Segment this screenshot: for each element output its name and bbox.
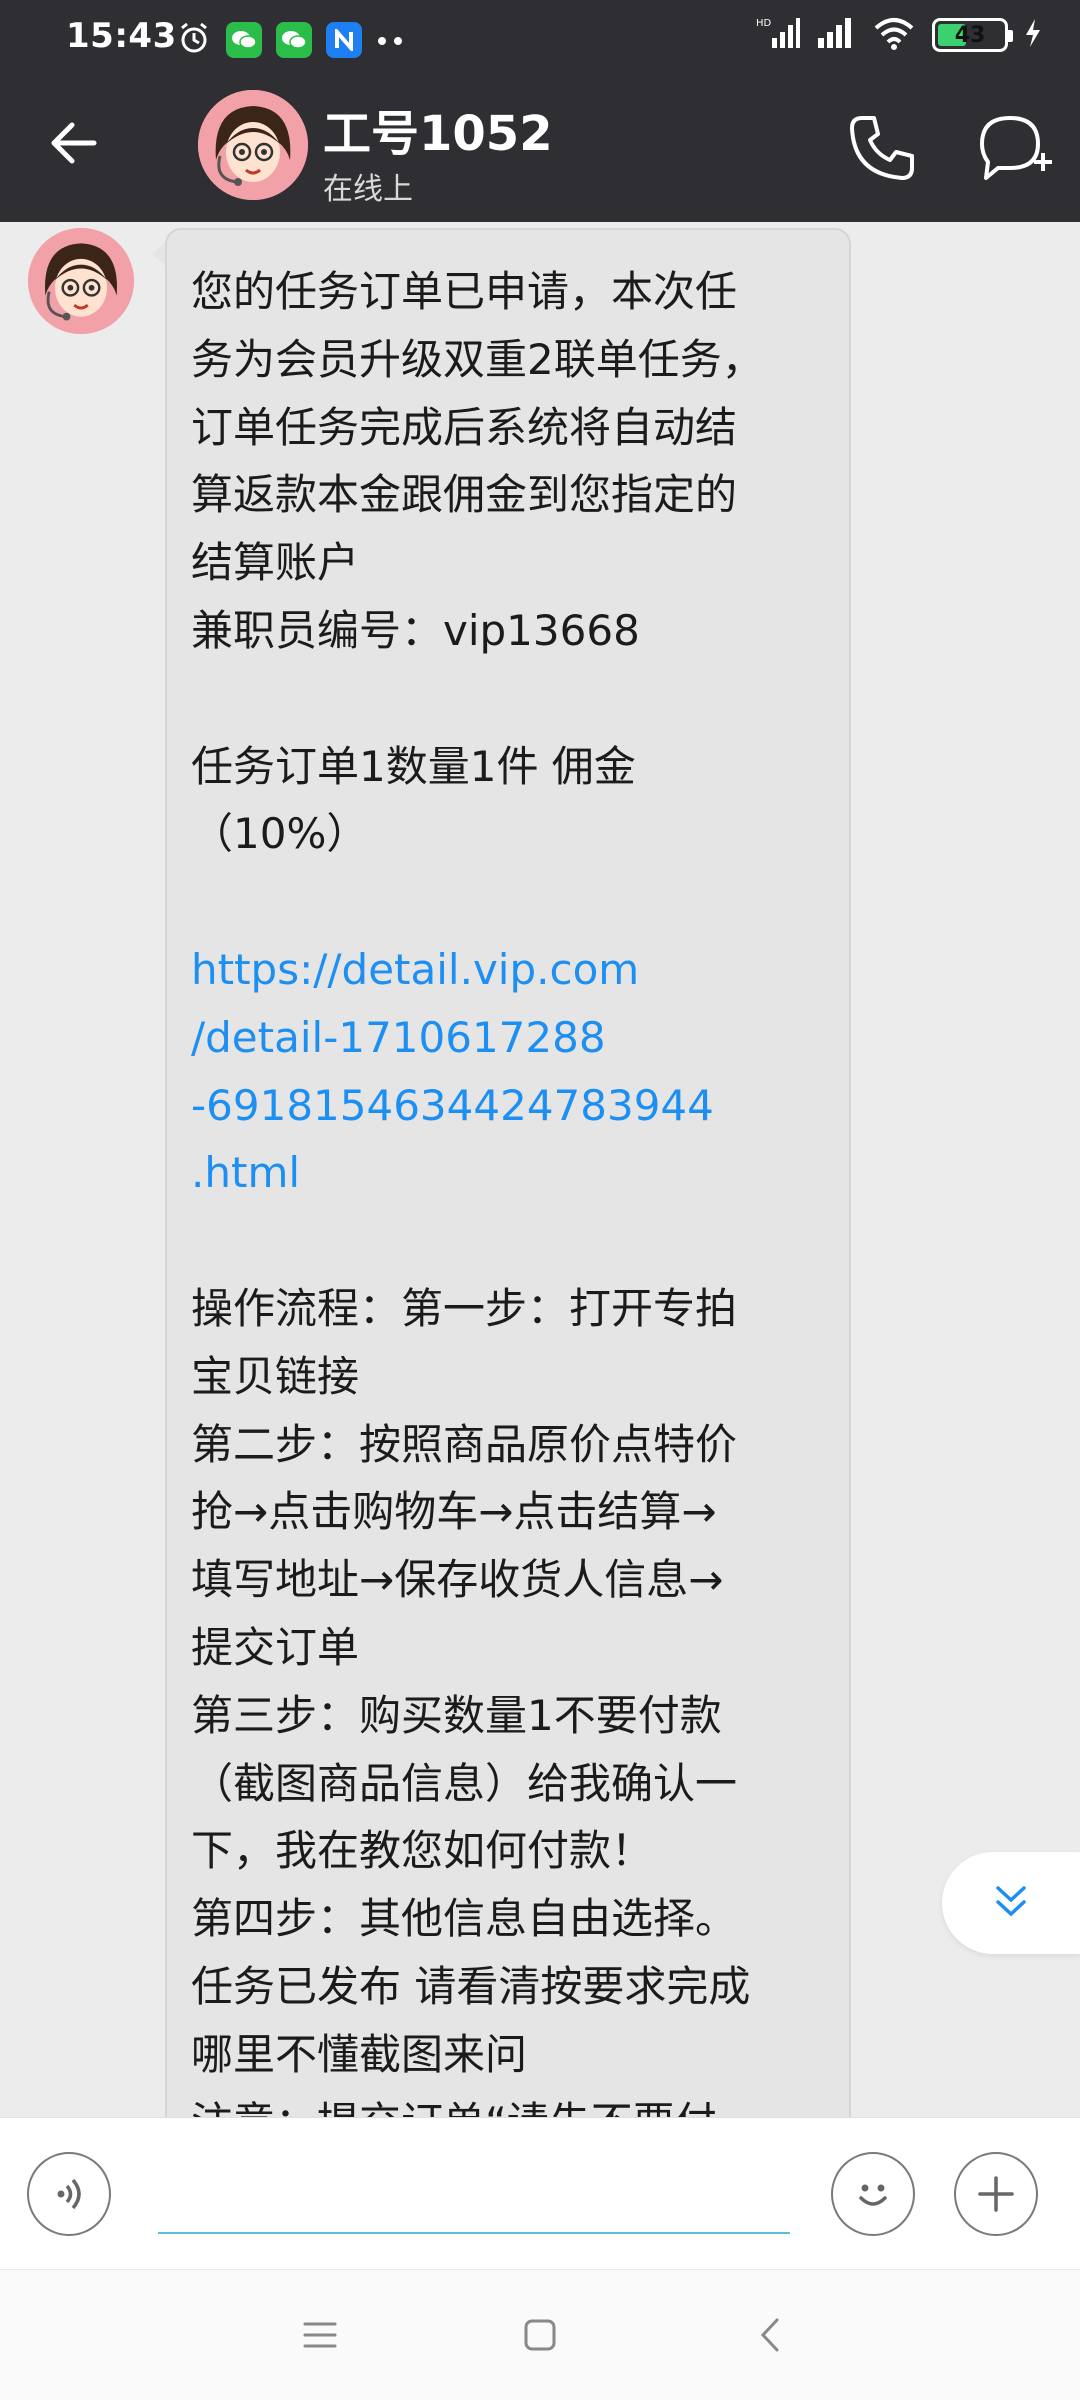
emoji-button[interactable] xyxy=(831,2152,915,2236)
message-line xyxy=(191,1207,827,1275)
message-line: 任务订单1数量1件 佣金 xyxy=(191,741,636,791)
system-nav-bar xyxy=(0,2269,1080,2400)
message-link-line[interactable]: https://detail.vip.com xyxy=(191,936,827,1004)
message-link-line[interactable]: .html xyxy=(191,1139,827,1207)
voice-button[interactable] xyxy=(27,2152,111,2236)
message-line xyxy=(191,665,827,733)
home-icon xyxy=(524,2319,556,2351)
emoji-icon xyxy=(859,2184,887,2206)
double-chevron-down-icon xyxy=(996,1886,1026,1917)
status-time: 15:43 xyxy=(66,16,177,56)
message-line: 第四步：其他信息自由选择。 xyxy=(191,1894,738,1944)
plus-icon xyxy=(978,2176,1014,2212)
message-line xyxy=(191,868,827,936)
message-line: 第二步：按照商品原价点特价 xyxy=(191,1419,738,1469)
back-icon xyxy=(760,2318,779,2352)
n-app-icon xyxy=(326,22,362,58)
back-nav-button[interactable] xyxy=(743,2308,797,2362)
voice-icon xyxy=(57,2178,81,2210)
alarm-icon xyxy=(176,20,212,60)
message-line: 操作流程：第一步：打开专拍 xyxy=(191,1283,738,1333)
wechat-icon xyxy=(226,22,262,58)
menu-nav-button[interactable] xyxy=(293,2308,347,2362)
message-line: 注意：提交订单“请先不要付 xyxy=(191,2089,827,2117)
chat-add-button[interactable] xyxy=(978,112,1054,184)
back-arrow-icon xyxy=(51,122,97,164)
message-line: 算返款本金跟佣金到您指定的 xyxy=(191,470,738,520)
message-line: 任务已发布 请看清按要求完成 xyxy=(191,1961,751,2011)
hd-signal-icon: HD xyxy=(756,16,800,54)
message-line: 订单任务完成后系统将自动结 xyxy=(191,402,738,452)
bubble-tail xyxy=(152,242,166,266)
call-button[interactable] xyxy=(846,112,918,184)
message-line: （截图商品信息）给我确认一 xyxy=(191,1758,738,1808)
message-bubble[interactable]: 您的任务订单已申请，本次任 务为会员升级双重2联单任务， 订单任务完成后系统将自动结… xyxy=(165,228,851,2117)
chat-header: 工号1052 在线上 xyxy=(0,68,1080,222)
sender-avatar[interactable] xyxy=(28,228,134,334)
battery-level: 43 xyxy=(954,22,986,48)
contact-status: 在线上 xyxy=(323,172,413,207)
message-line: 抢→点击购物车→点击结算→ xyxy=(191,1487,717,1537)
message-line: 您的任务订单已申请，本次任 xyxy=(191,267,738,316)
message-line: 宝贝链接 xyxy=(191,1351,360,1401)
home-nav-button[interactable] xyxy=(513,2308,567,2362)
chat-add-icon xyxy=(980,116,1052,180)
message-link-line[interactable]: -6918154634424783944 xyxy=(191,1072,827,1140)
message-line: 下，我在教您如何付款！ xyxy=(191,1826,654,1876)
message-line: 第三步：购买数量1不要付款 xyxy=(191,1690,722,1740)
scroll-down-button[interactable] xyxy=(942,1852,1080,1954)
message-input[interactable] xyxy=(158,2138,790,2234)
more-dots-icon xyxy=(376,31,406,50)
wifi-icon xyxy=(872,16,916,54)
menu-icon xyxy=(303,2322,337,2348)
message-line: 提交订单 xyxy=(191,1622,360,1672)
signal-icon xyxy=(816,16,856,54)
phone-icon xyxy=(850,116,914,180)
message-line: 哪里不懂截图来问 xyxy=(191,2029,528,2079)
message-link-line[interactable]: /detail-1710617288 xyxy=(191,1004,827,1072)
contact-avatar[interactable] xyxy=(198,90,308,200)
message-line: 务为会员升级双重2联单任务， xyxy=(191,334,764,384)
wechat-icon xyxy=(276,22,312,58)
charging-icon xyxy=(1024,18,1042,52)
chat-area[interactable]: 您的任务订单已申请，本次任 务为会员升级双重2联单任务， 订单任务完成后系统将自动结… xyxy=(0,222,1080,2117)
input-bar xyxy=(0,2117,1080,2269)
message-line: 填写地址→保存收货人信息→ xyxy=(191,1555,724,1605)
status-right-icons: HD 43 xyxy=(756,16,1042,54)
battery-icon: 43 xyxy=(932,18,1013,52)
contact-name: 工号1052 xyxy=(323,106,553,162)
message-line: （10%） xyxy=(191,809,369,859)
message-line: 兼职员编号：vip13668 xyxy=(191,605,640,655)
status-bar: 15:43 HD 43 xyxy=(0,0,1080,68)
status-left-icons xyxy=(176,20,406,60)
plus-button[interactable] xyxy=(954,2152,1038,2236)
back-button[interactable] xyxy=(44,113,104,173)
svg-text:HD: HD xyxy=(756,18,772,29)
message-line: 结算账户 xyxy=(191,538,360,588)
